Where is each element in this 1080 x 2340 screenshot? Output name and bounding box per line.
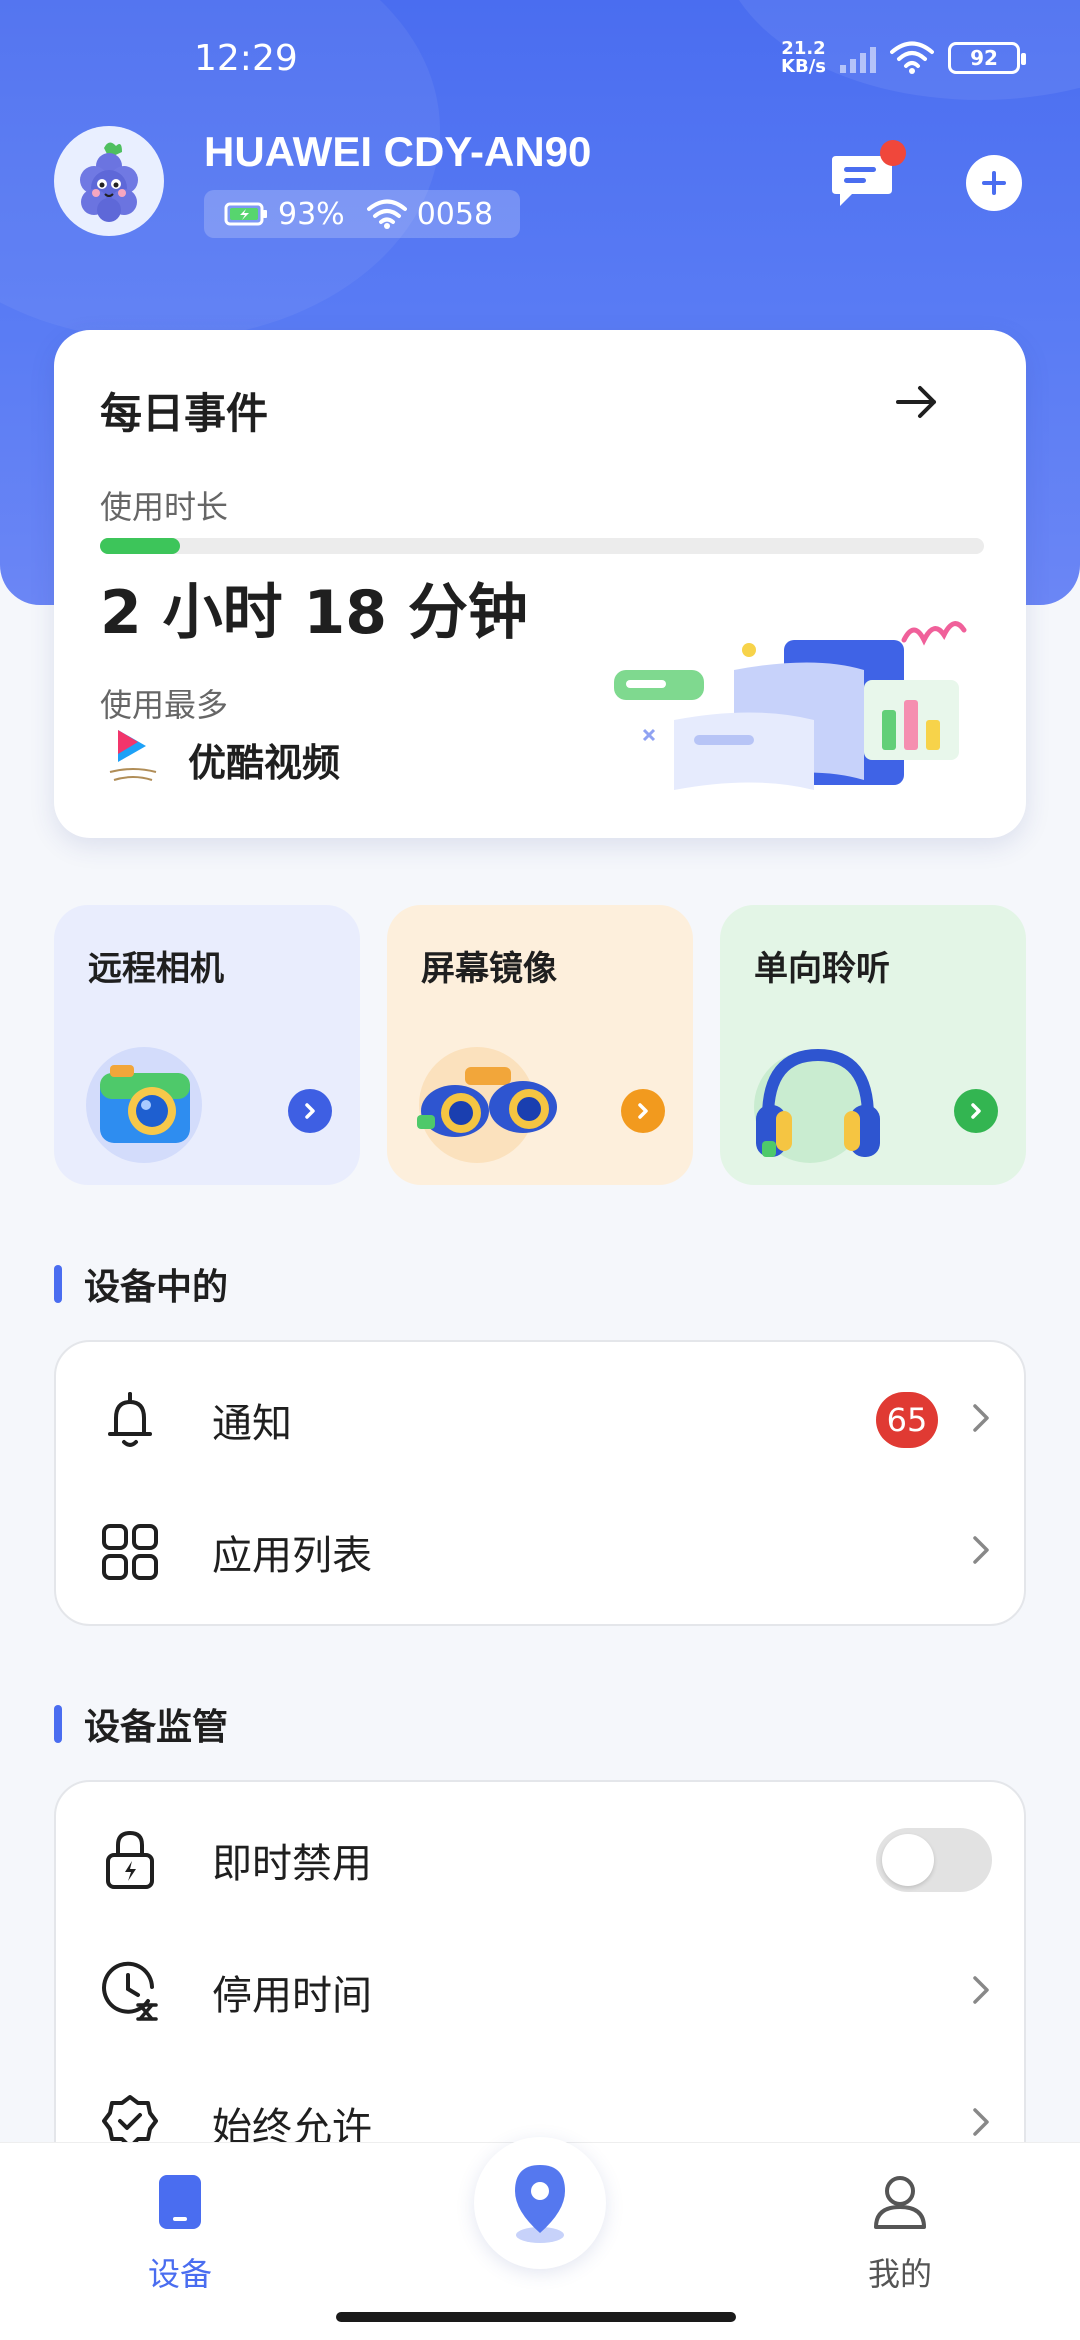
unread-dot <box>880 140 906 166</box>
location-pin-icon <box>515 2165 565 2243</box>
plus-icon <box>982 171 1006 195</box>
status-icons: 21.2 KB/s 92 <box>781 40 1026 76</box>
chevron-right-icon[interactable] <box>288 1089 332 1133</box>
device-wifi-name: 0058 <box>416 196 494 232</box>
chevron-right-icon[interactable] <box>621 1089 665 1133</box>
home-indicator <box>336 2312 736 2322</box>
device-list-card: 通知 65 应用列表 <box>54 1340 1026 1626</box>
nav-tab-label: 我的 <box>867 2255 932 2293</box>
section-title-device: 设备中的 <box>54 1258 228 1310</box>
signal-icon <box>840 43 876 73</box>
list-item-notifications[interactable]: 通知 65 <box>56 1354 1028 1486</box>
toggle-knob <box>882 1834 934 1886</box>
grape-mascot-icon <box>80 142 138 222</box>
headphones-icon <box>754 1048 880 1163</box>
daily-events-card[interactable]: 每日事件 使用时长 2 小时 18 分钟 使用最多 优酷视频 <box>54 330 1026 838</box>
list-item-label: 通知 <box>212 1401 292 1447</box>
list-item-instant-block: 即时禁用 <box>56 1794 1028 1926</box>
phone-icon <box>159 2175 201 2229</box>
wifi-status-icon <box>890 41 934 74</box>
most-used-label: 使用最多 <box>100 686 229 724</box>
tile-label: 单向聆听 <box>754 949 890 989</box>
network-speed: 21.2 KB/s <box>781 40 826 76</box>
network-speed-unit: KB/s <box>781 56 826 77</box>
usage-label: 使用时长 <box>100 488 229 526</box>
most-used-app-name: 优酷视频 <box>188 740 341 785</box>
battery-icon: 92 <box>948 42 1026 74</box>
device-name: HUAWEI CDY-AN90 <box>204 128 592 175</box>
usage-value: 2 小时 18 分钟 <box>100 578 528 648</box>
one-way-listen-tile[interactable]: 单向聆听 <box>720 905 1026 1185</box>
section-title-text: 设备中的 <box>84 1267 229 1308</box>
device-wifi: 0058 <box>366 196 494 232</box>
nav-tab-mine[interactable]: 我的 <box>820 2173 980 2295</box>
device-meta: 93% 0058 <box>204 190 520 238</box>
list-item-label: 应用列表 <box>212 1533 372 1579</box>
list-item-label: 停用时间 <box>212 1973 372 2019</box>
nav-tab-label: 设备 <box>147 2255 212 2293</box>
tile-label: 远程相机 <box>88 949 224 989</box>
chevron-right-icon[interactable] <box>954 1089 998 1133</box>
location-button[interactable] <box>474 2137 606 2269</box>
section-accent <box>54 1265 62 1303</box>
bottom-navigation: 设备 我的 <box>0 2137 1080 2340</box>
section-title-text: 设备监管 <box>84 1707 229 1748</box>
notification-count-badge: 65 <box>876 1392 938 1448</box>
battery-level: 92 <box>970 46 998 70</box>
chevron-right-icon <box>970 1533 992 1571</box>
tile-label: 屏幕镜像 <box>421 949 557 989</box>
instant-block-toggle[interactable] <box>876 1828 992 1892</box>
grid-icon <box>100 1522 160 1582</box>
user-icon <box>874 2176 926 2229</box>
camera-icon <box>86 1047 202 1163</box>
most-used-app: 优酷视频 <box>100 726 340 792</box>
chevron-right-icon <box>970 2105 992 2143</box>
lock-icon <box>100 1830 160 1890</box>
device-battery: 93% <box>224 197 345 232</box>
list-item-app-list[interactable]: 应用列表 <box>56 1486 1028 1618</box>
device-avatar[interactable] <box>54 126 164 236</box>
wifi-icon <box>366 199 407 229</box>
binoculars-icon <box>417 1047 557 1163</box>
list-item-downtime[interactable]: 停用时间 <box>56 1926 1028 2058</box>
arrow-right-icon[interactable] <box>894 382 940 426</box>
usage-progress-fill <box>100 538 180 554</box>
youku-app-icon <box>109 730 157 781</box>
battery-charging-icon <box>224 202 267 226</box>
daily-title: 每日事件 <box>100 389 269 438</box>
nav-tab-device[interactable]: 设备 <box>100 2173 260 2295</box>
screen-mirror-tile[interactable]: 屏幕镜像 <box>387 905 693 1185</box>
section-accent <box>54 1705 62 1743</box>
chevron-right-icon <box>970 1973 992 2011</box>
remote-camera-tile[interactable]: 远程相机 <box>54 905 360 1185</box>
list-item-label: 即时禁用 <box>212 1841 372 1887</box>
clock-icon <box>100 1961 160 2022</box>
add-device-button[interactable] <box>966 155 1022 211</box>
bell-icon <box>100 1390 160 1450</box>
device-battery-value: 93% <box>278 196 345 232</box>
section-title-supervise: 设备监管 <box>54 1698 228 1750</box>
chevron-right-icon <box>970 1401 992 1439</box>
status-time: 12:29 <box>194 38 298 79</box>
usage-progress <box>100 538 984 554</box>
usage-illustration <box>614 621 967 790</box>
